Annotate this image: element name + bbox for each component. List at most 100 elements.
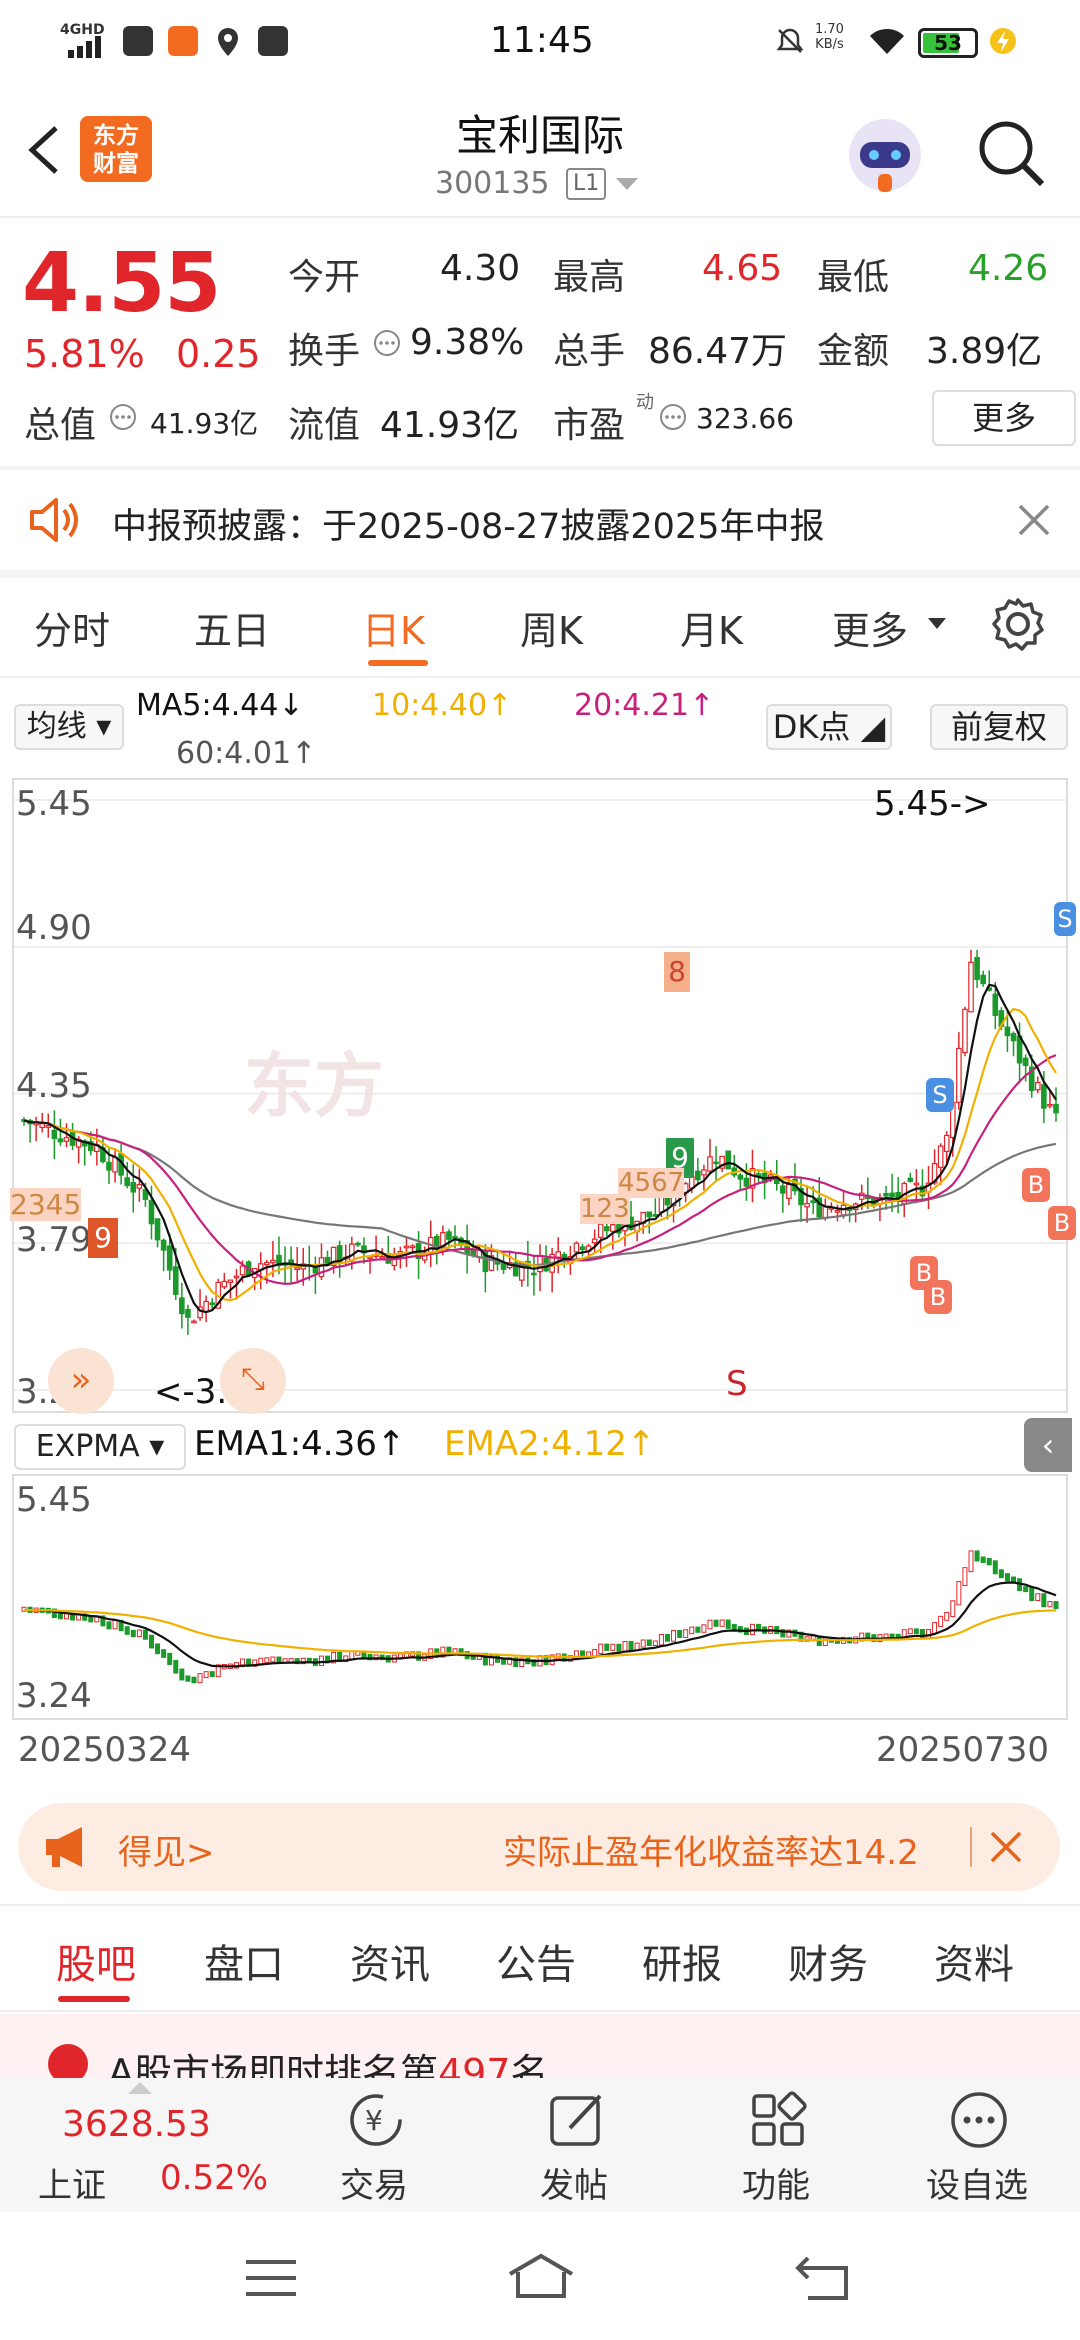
home-icon[interactable]: [506, 2252, 576, 2302]
functions-icon[interactable]: [748, 2090, 810, 2150]
candle: [160, 1238, 167, 1272]
change-pct: 5.81%: [24, 332, 145, 376]
robot-assistant-icon[interactable]: [842, 112, 928, 198]
y-label-3: 4.35: [16, 1066, 92, 1106]
tab-pankou[interactable]: 盘口: [204, 1932, 284, 1990]
more-dots-icon[interactable]: [948, 2090, 1010, 2150]
turnover-label: 换手: [288, 331, 361, 372]
expma-candle: [1041, 1593, 1047, 1608]
promo-banner[interactable]: 得见> 实际止盈年化收益率达14.2: [18, 1803, 1060, 1891]
tab-daily-k[interactable]: 日K: [362, 600, 425, 655]
caret-down-icon: [928, 618, 946, 629]
banner-right-text: 实际止盈年化收益率达14.2: [503, 1833, 919, 1873]
megaphone-icon: [46, 1827, 82, 1867]
seq-label-mid-b: 4567: [618, 1168, 685, 1198]
net-speed: 1.70 KB/s: [815, 22, 844, 52]
expand-left-button[interactable]: »: [48, 1348, 114, 1414]
tab-five-day[interactable]: 五日: [194, 600, 270, 655]
turnover-value: 9.38%: [410, 322, 525, 363]
tab-profile[interactable]: 资料: [934, 1932, 1014, 1990]
charging-icon: [990, 28, 1016, 54]
info-icon[interactable]: [108, 402, 138, 432]
indicator-selector[interactable]: 均线 ▾: [14, 704, 124, 750]
expma-candle: [992, 1560, 998, 1575]
index-name[interactable]: 上证: [38, 2158, 106, 2207]
sell-marker: S: [926, 1078, 954, 1112]
candle: [549, 1248, 555, 1293]
nav-watchlist-label[interactable]: 设自选: [926, 2158, 1028, 2207]
expma-candle: [683, 1629, 689, 1638]
candle: [743, 1163, 750, 1201]
expma-candle: [652, 1640, 658, 1647]
candle: [33, 1116, 39, 1142]
expma-candle: [938, 1615, 944, 1628]
tab-guba[interactable]: 股吧: [56, 1932, 136, 1990]
tab-weekly-k[interactable]: 周K: [520, 600, 583, 655]
expma-svg: [21, 1550, 1059, 1684]
kline-chart[interactable]: 东方 5.45 4.90 4.35 3.79 3.24 5.45-> <-3.2…: [10, 778, 1076, 1414]
candle: [573, 1241, 580, 1260]
volume-value: 86.47万: [648, 331, 788, 372]
more-button[interactable]: 更多: [932, 390, 1076, 446]
tab-finance[interactable]: 财务: [788, 1932, 868, 1990]
expma-y-bottom: 3.24: [16, 1676, 92, 1716]
candle: [579, 1243, 586, 1257]
close-icon[interactable]: [988, 1829, 1024, 1865]
tab-announcements[interactable]: 公告: [496, 1932, 576, 1990]
tab-research[interactable]: 研报: [642, 1932, 722, 1990]
nav-post-label[interactable]: 发帖: [540, 2158, 608, 2207]
ranking-teaser[interactable]: A股市场即时排名第497名: [0, 2014, 1080, 2095]
tab-more[interactable]: 更多: [832, 600, 908, 655]
info-icon[interactable]: [658, 402, 688, 432]
expma-candle: [161, 1649, 167, 1658]
expma-selector[interactable]: EXPMA ▾: [14, 1424, 186, 1470]
fullscreen-icon[interactable]: ⤡: [220, 1348, 286, 1414]
gear-icon[interactable]: [990, 596, 1046, 652]
menu-icon[interactable]: [244, 2258, 298, 2298]
expma-candle: [980, 1556, 986, 1563]
candle: [980, 970, 986, 987]
expma-candle: [130, 1629, 136, 1638]
adjust-button[interactable]: 前复权: [930, 704, 1068, 750]
tab-news[interactable]: 资讯: [350, 1932, 430, 1990]
nav-functions-label[interactable]: 功能: [742, 2158, 810, 2207]
expma-candle: [270, 1656, 276, 1663]
float-value: 41.93亿: [380, 405, 520, 446]
level-badge[interactable]: L1: [566, 168, 607, 200]
open-label: 今开: [288, 257, 361, 298]
expma-candle: [998, 1569, 1004, 1579]
candle: [318, 1243, 325, 1281]
back-nav-icon[interactable]: [794, 2254, 854, 2302]
index-value[interactable]: 3628.53: [62, 2104, 211, 2145]
post-icon[interactable]: [546, 2090, 608, 2150]
expma-chart[interactable]: 5.45 3.24: [12, 1474, 1068, 1720]
high-label: 最高: [553, 257, 626, 298]
notice-bar[interactable]: 中报预披露：于2025-08-27披露2025年中报: [0, 470, 1080, 570]
buy-marker: B: [924, 1280, 952, 1314]
dk-point-button[interactable]: DK点 ◢: [766, 704, 892, 750]
nav-trade-label[interactable]: 交易: [340, 2158, 408, 2207]
tab-intraday[interactable]: 分时: [34, 600, 110, 655]
expma-candle: [725, 1619, 731, 1629]
close-icon[interactable]: [1016, 502, 1052, 538]
expma-candle: [658, 1634, 664, 1646]
candle: [45, 1113, 52, 1138]
high-annotation: 5.45->: [874, 784, 991, 824]
expma-candle: [926, 1629, 932, 1639]
collapse-panel-button[interactable]: ‹: [1024, 1418, 1072, 1472]
candle: [130, 1164, 137, 1213]
info-icon[interactable]: [372, 328, 402, 358]
y-label-2: 4.90: [16, 908, 92, 948]
chevron-down-icon[interactable]: [616, 178, 638, 192]
ma60-value: 60:4.01↑: [176, 736, 317, 771]
trade-icon[interactable]: ¥: [344, 2090, 408, 2150]
candle: [1010, 1031, 1017, 1057]
tab-monthly-k[interactable]: 月K: [680, 600, 743, 655]
expma-candle: [913, 1628, 919, 1635]
expma-candle: [689, 1626, 695, 1635]
expma-candle: [1004, 1573, 1010, 1582]
index-pct[interactable]: 0.52%: [160, 2158, 268, 2198]
chevron-up-icon[interactable]: [128, 2080, 152, 2094]
candle: [737, 1173, 744, 1190]
search-icon[interactable]: [976, 118, 1046, 188]
